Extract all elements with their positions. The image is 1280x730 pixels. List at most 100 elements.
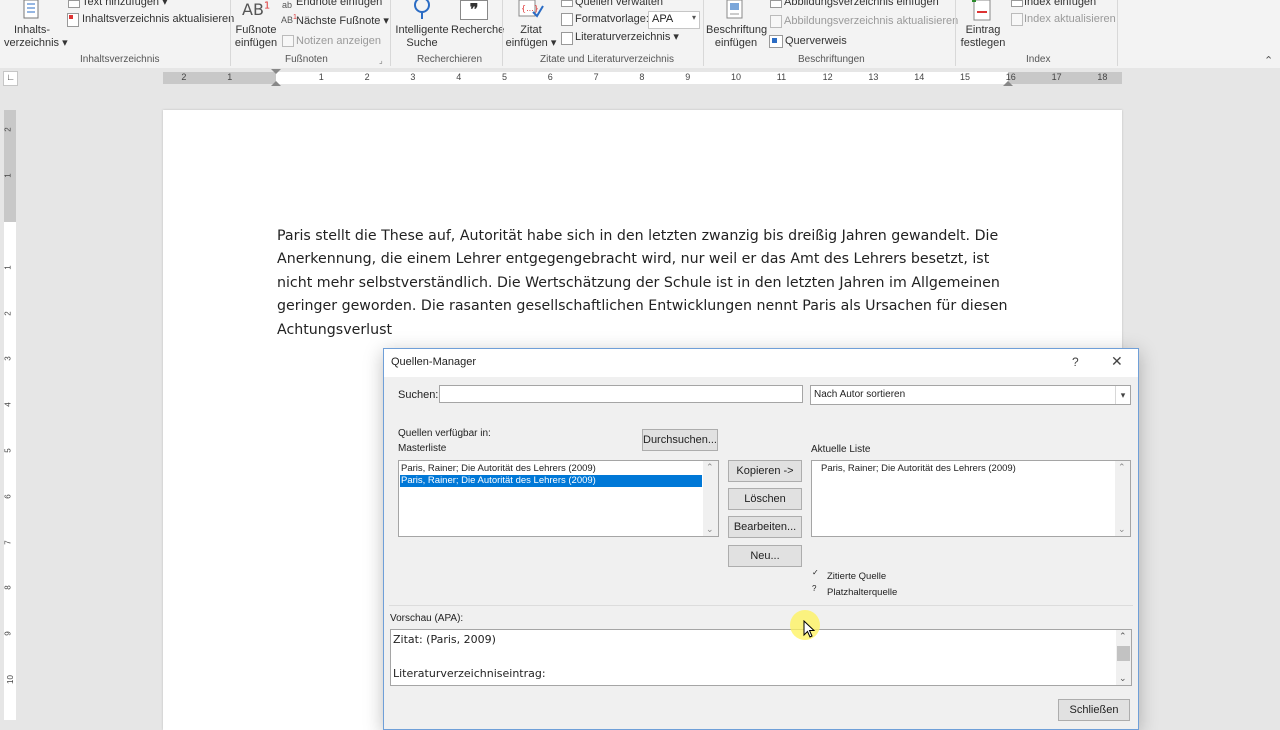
- research-group-label: Recherchieren: [417, 54, 483, 65]
- search-label: Suchen:: [398, 389, 439, 401]
- ruler-label: 10: [731, 72, 742, 82]
- insert-footnote-line1: Fußnote: [235, 24, 277, 36]
- update-toc-button[interactable]: Inhaltsverzeichnis aktualisieren: [82, 13, 234, 26]
- vruler-label: 8: [3, 585, 13, 591]
- close-button[interactable]: Schließen: [1058, 699, 1130, 721]
- show-notes-button[interactable]: Notizen anzeigen: [296, 35, 381, 48]
- researcher-button[interactable]: Recherche: [451, 24, 504, 37]
- next-footnote-button[interactable]: Nächste Fußnote ▾: [296, 15, 389, 28]
- delete-button[interactable]: Löschen: [728, 488, 802, 510]
- manage-sources-icon: [561, 0, 573, 7]
- update-toc-icon: [67, 13, 79, 27]
- ruler-left-margin: [163, 72, 276, 84]
- ruler-label: 3: [410, 72, 416, 82]
- master-list[interactable]: Paris, Rainer; Die Autorität des Lehrers…: [398, 460, 719, 537]
- chevron-down-icon: ▾: [1115, 386, 1130, 404]
- scroll-up-icon[interactable]: ⌃: [1119, 631, 1127, 642]
- tab-selector-button[interactable]: ∟: [3, 71, 18, 86]
- toc-group-label: Inhaltsverzeichnis: [80, 54, 160, 65]
- current-list[interactable]: Paris, Rainer; Die Autorität des Lehrers…: [811, 460, 1131, 537]
- preview-bibliography-label: Literaturverzeichniseintrag:: [393, 667, 546, 680]
- scroll-down-icon[interactable]: ⌄: [1118, 524, 1126, 535]
- mark-entry-button[interactable]: Eintrag festlegen: [958, 24, 1008, 50]
- vertical-ruler[interactable]: 2 1 1 2 3 4 5 6 7 8 9 10: [0, 88, 20, 720]
- dialog-titlebar[interactable]: Quellen-Manager ? ✕: [384, 349, 1138, 377]
- scroll-up-icon[interactable]: ⌃: [1118, 462, 1126, 473]
- vruler-label: 6: [3, 494, 13, 499]
- insert-citation-icon: {...}: [518, 0, 544, 20]
- dialog-launcher-icon[interactable]: ⌟: [379, 56, 383, 65]
- toc-button[interactable]: Inhalts- verzeichnis ▾: [4, 24, 68, 50]
- mark-entry-line1: Eintrag: [965, 24, 1001, 36]
- show-notes-icon: [282, 35, 294, 47]
- close-icon[interactable]: ✕: [1111, 353, 1123, 370]
- ruler-label: 9: [685, 72, 691, 82]
- preview-divider: [389, 605, 1133, 606]
- add-text-button[interactable]: Text hinzufügen ▾: [82, 0, 168, 9]
- update-index-button[interactable]: Index aktualisieren: [1024, 13, 1116, 26]
- search-input[interactable]: [439, 385, 803, 403]
- insert-citation-button[interactable]: Zitat einfügen ▾: [504, 24, 558, 50]
- insert-caption-line1: Beschriftung: [706, 24, 768, 36]
- browse-button[interactable]: Durchsuchen...: [642, 429, 718, 451]
- footnote-icon: AB1: [242, 0, 271, 19]
- first-line-indent-marker[interactable]: [271, 69, 281, 74]
- right-indent-marker[interactable]: [1003, 81, 1013, 86]
- index-group-label: Index: [1026, 54, 1051, 65]
- insert-endnote-button[interactable]: Endnote einfügen: [296, 0, 382, 9]
- list-item-selected[interactable]: Paris, Rainer; Die Autorität des Lehrers…: [400, 475, 702, 487]
- master-list-scrollbar[interactable]: ⌃ ⌄: [703, 461, 718, 536]
- horizontal-ruler[interactable]: ∟ 2 1 1 2 3 4 5 6 7 8 9 10 11 12 13 14 15 16 17 18: [0, 68, 1280, 88]
- sort-select[interactable]: Nach Autor sortieren ▾: [810, 385, 1131, 405]
- preview-label: Vorschau (APA):: [390, 613, 464, 624]
- smart-lookup-button[interactable]: Intelligente Suche: [394, 24, 450, 50]
- insert-index-button[interactable]: Index einfügen: [1024, 0, 1096, 9]
- style-icon: [561, 13, 573, 26]
- smart-lookup-line2: Suche: [406, 37, 438, 49]
- smart-lookup-line1: Intelligente: [395, 24, 449, 36]
- bibliography-button[interactable]: Literaturverzeichnis ▾: [575, 31, 679, 44]
- mouse-pointer-icon: [803, 619, 817, 643]
- vruler-text-area: [4, 222, 16, 720]
- ruler-label: 1: [318, 72, 324, 82]
- insert-citation-line2: einfügen ▾: [505, 37, 557, 49]
- ruler-label: 2: [181, 72, 187, 82]
- ruler-label: 2: [364, 72, 370, 82]
- scroll-up-icon[interactable]: ⌃: [706, 462, 714, 473]
- edit-button[interactable]: Bearbeiten...: [728, 516, 802, 538]
- vruler-label: 1: [3, 265, 13, 270]
- collapse-ribbon-icon[interactable]: ⌃: [1264, 54, 1273, 67]
- update-table-button[interactable]: Abbildungsverzeichnis aktualisieren: [784, 15, 958, 28]
- current-list-label: Aktuelle Liste: [811, 444, 871, 455]
- style-select[interactable]: APA ▾: [648, 11, 700, 29]
- table-of-contents-icon: [22, 0, 42, 20]
- preview-scrollbar[interactable]: ⌃ ⌄: [1116, 630, 1131, 685]
- list-item[interactable]: Paris, Rainer; Die Autorität des Lehrers…: [401, 463, 596, 474]
- ruler-label: 4: [456, 72, 462, 82]
- vruler-label: 5: [3, 448, 13, 453]
- left-indent-marker[interactable]: [271, 81, 281, 86]
- insert-caption-line2: einfügen: [714, 37, 758, 49]
- vruler-label: 9: [3, 631, 13, 636]
- manage-sources-button[interactable]: Quellen verwalten: [575, 0, 663, 9]
- ruler-label: 12: [822, 72, 833, 82]
- preview-citation: Zitat: (Paris, 2009): [393, 633, 496, 646]
- scroll-down-icon[interactable]: ⌄: [706, 524, 714, 535]
- placeholder-source-mark: ?: [812, 584, 817, 593]
- preview-box[interactable]: Zitat: (Paris, 2009) Literaturverzeichni…: [390, 629, 1132, 686]
- insert-caption-button[interactable]: Beschriftung einfügen: [706, 24, 768, 50]
- cited-source-label: Zitierte Quelle: [827, 571, 887, 582]
- cross-reference-button[interactable]: Querverweis: [785, 35, 847, 48]
- help-button[interactable]: ?: [1072, 355, 1079, 369]
- scroll-thumb[interactable]: [1117, 646, 1130, 661]
- list-item[interactable]: Paris, Rainer; Die Autorität des Lehrers…: [821, 463, 1016, 474]
- insert-footnote-button[interactable]: Fußnote einfügen: [234, 24, 278, 50]
- captions-group-label: Beschriftungen: [798, 54, 865, 65]
- current-list-scrollbar[interactable]: ⌃ ⌄: [1115, 461, 1130, 536]
- scroll-down-icon[interactable]: ⌄: [1119, 673, 1127, 684]
- copy-button[interactable]: Kopieren ->: [728, 460, 802, 482]
- ruler-label: 13: [868, 72, 879, 82]
- insert-table-of-figures-button[interactable]: Abbildungsverzeichnis einfügen: [784, 0, 939, 9]
- document-paragraph[interactable]: Paris stellt die These auf, Autorität ha…: [277, 225, 1017, 342]
- new-button[interactable]: Neu...: [728, 545, 802, 567]
